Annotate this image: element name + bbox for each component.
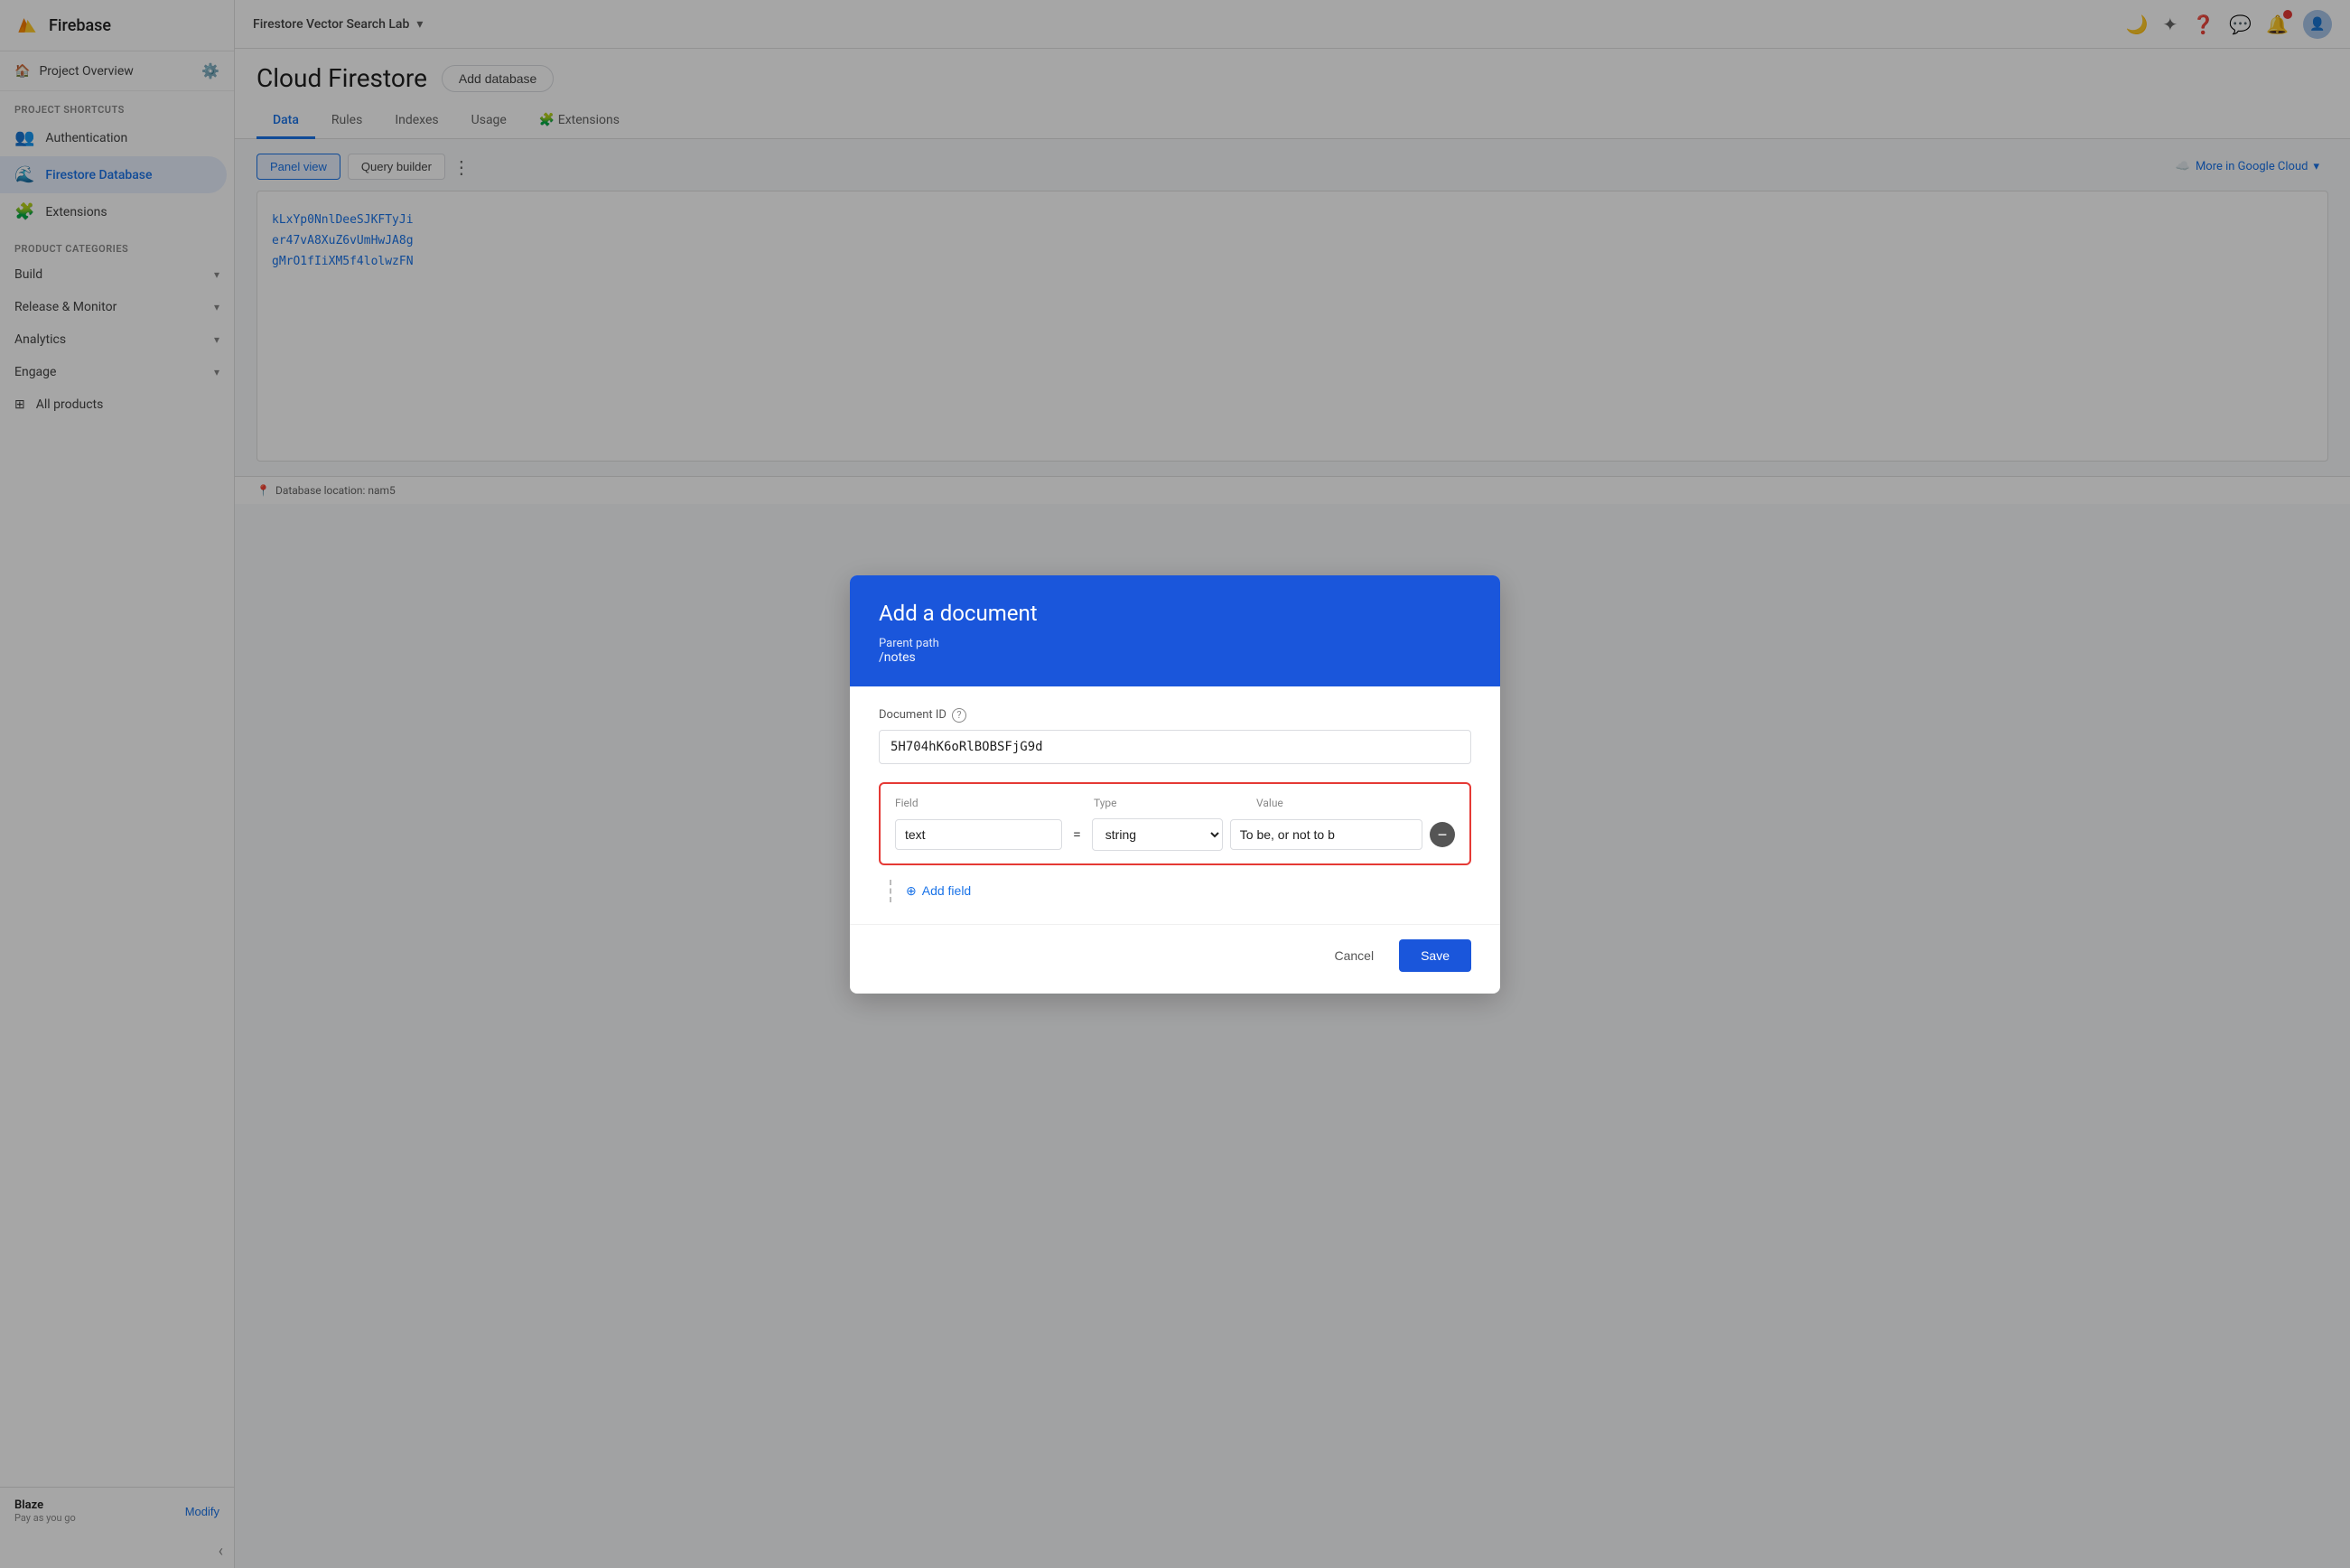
plus-circle-icon: ⊕ xyxy=(906,883,917,899)
field-section: Field Type Value = string number boolean… xyxy=(879,782,1471,865)
dialog-parent-path: /notes xyxy=(879,650,1471,665)
field-col-label: Field xyxy=(895,797,1076,809)
dialog-title: Add a document xyxy=(879,601,1471,626)
doc-id-help-icon[interactable]: ? xyxy=(952,708,966,723)
doc-id-input[interactable] xyxy=(879,730,1471,764)
dialog-body: Document ID ? Field Type Value = string xyxy=(850,686,1500,924)
cancel-button[interactable]: Cancel xyxy=(1320,941,1388,970)
modal-overlay[interactable]: Add a document Parent path /notes Docume… xyxy=(0,0,2350,1568)
field-row: = string number boolean map array null t… xyxy=(895,818,1455,851)
doc-id-label: Document ID ? xyxy=(879,708,1471,723)
field-value-input[interactable] xyxy=(1230,819,1422,850)
value-col-label: Value xyxy=(1256,797,1455,809)
remove-field-button[interactable]: − xyxy=(1430,822,1455,847)
field-name-input[interactable] xyxy=(895,819,1062,850)
save-button[interactable]: Save xyxy=(1399,939,1471,972)
type-col-label: Type xyxy=(1094,797,1256,809)
type-select[interactable]: string number boolean map array null tim… xyxy=(1092,818,1223,851)
dialog-header: Add a document Parent path /notes xyxy=(850,575,1500,686)
field-column-headers: Field Type Value xyxy=(895,797,1455,809)
equals-sign: = xyxy=(1069,826,1085,843)
add-document-dialog: Add a document Parent path /notes Docume… xyxy=(850,575,1500,994)
add-field-label: Add field xyxy=(922,883,971,898)
add-field-indent: ⊕ Add field xyxy=(890,880,1471,902)
minus-icon: − xyxy=(1438,826,1448,843)
add-field-button[interactable]: ⊕ Add field xyxy=(906,880,971,902)
dialog-footer: Cancel Save xyxy=(850,924,1500,994)
dialog-parent-label: Parent path xyxy=(879,637,1471,650)
